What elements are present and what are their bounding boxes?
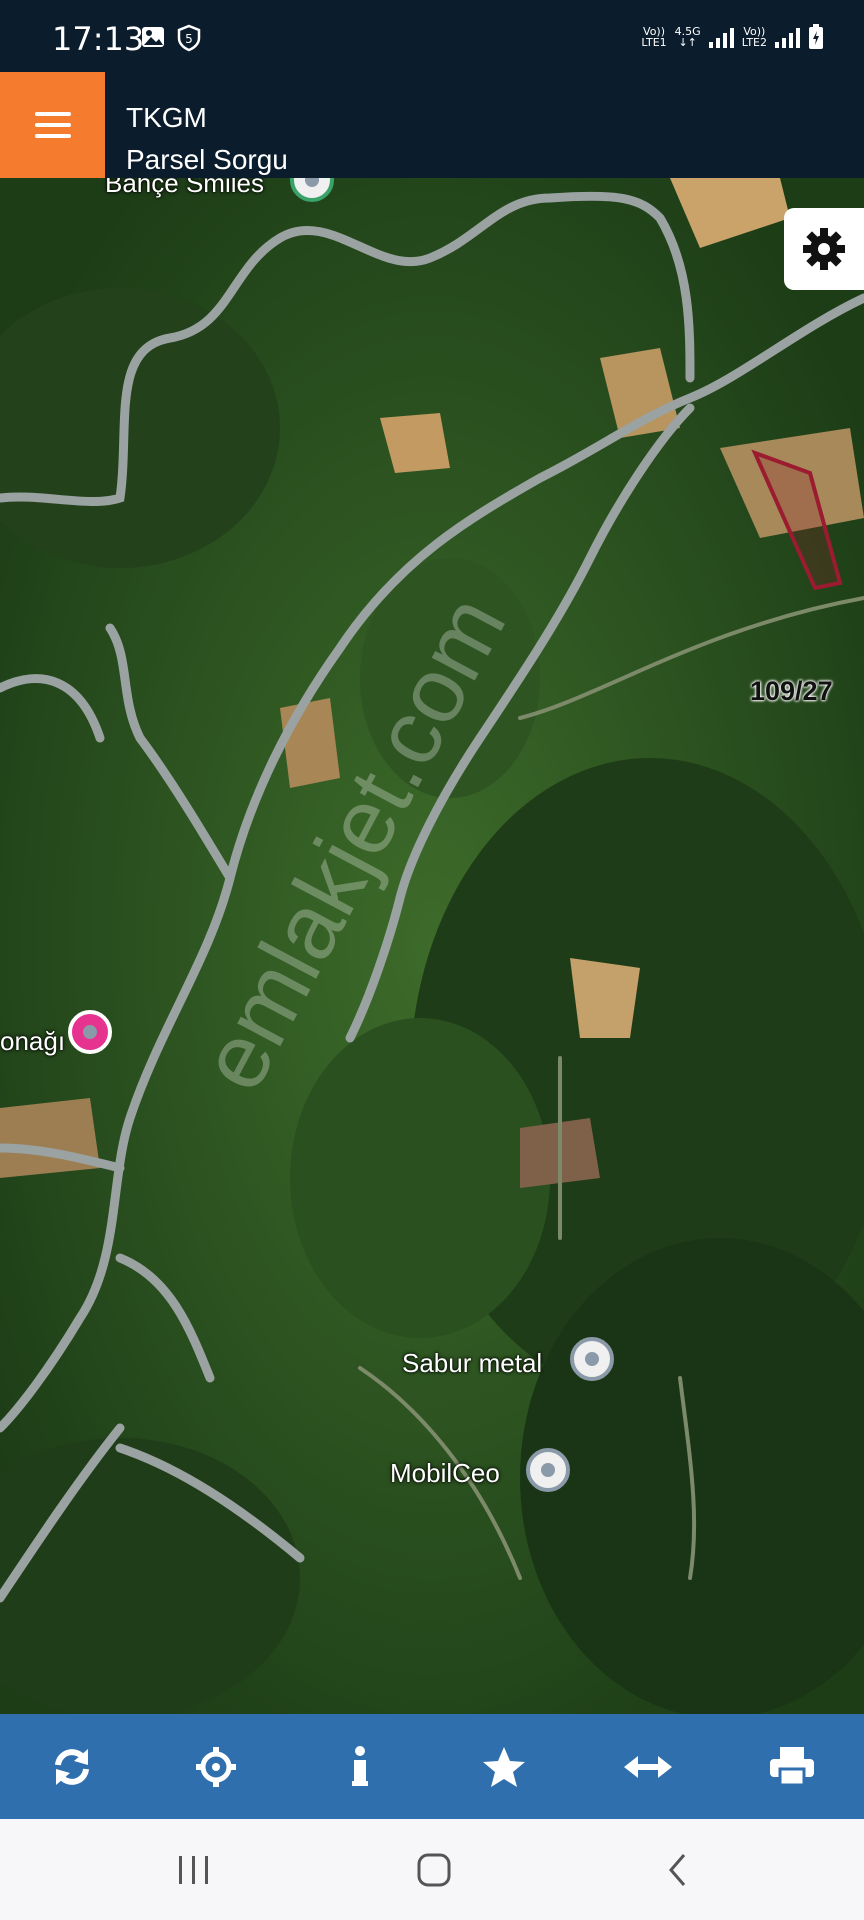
poi-hotel-pin-icon[interactable] — [68, 1010, 112, 1054]
measure-icon — [624, 1755, 672, 1778]
system-nav-bar — [0, 1819, 864, 1920]
gear-icon — [803, 228, 845, 270]
home-button[interactable] — [404, 1847, 464, 1893]
app-title: TKGM — [126, 102, 207, 133]
sim2-network: Vo)) LTE2 — [742, 26, 767, 48]
app-subtitle: Parsel Sorgu — [126, 144, 288, 175]
recent-apps-button[interactable] — [164, 1847, 224, 1893]
refresh-button[interactable] — [32, 1727, 112, 1807]
svg-text:5: 5 — [185, 32, 193, 46]
print-button[interactable] — [752, 1727, 832, 1807]
data-arrows-icon: ↓↑ — [678, 36, 697, 49]
sim1-network: Vo)) LTE1 — [641, 26, 666, 48]
back-button[interactable] — [648, 1847, 708, 1893]
poi-sabur-metal[interactable]: Sabur metal — [402, 1348, 542, 1379]
settings-button[interactable] — [784, 208, 864, 290]
status-bar: 17:13 5 Vo)) LTE1 4.5G ↓↑ Vo)) LTE2 — [0, 0, 864, 72]
home-icon — [417, 1853, 451, 1887]
menu-button[interactable] — [0, 72, 105, 178]
clock: 17:13 — [52, 20, 145, 58]
favorite-button[interactable] — [464, 1727, 544, 1807]
info-icon — [352, 1745, 368, 1786]
hamburger-icon — [34, 112, 71, 138]
signal-area: Vo)) LTE1 4.5G ↓↑ Vo)) LTE2 — [641, 24, 824, 50]
parcel-label[interactable]: 109/27 — [750, 676, 833, 707]
measure-button[interactable] — [608, 1727, 688, 1807]
poi-mobilceo-pin-icon[interactable] — [526, 1448, 570, 1492]
info-button[interactable] — [320, 1727, 400, 1807]
recent-apps-icon — [179, 1856, 208, 1884]
locate-icon — [196, 1746, 236, 1787]
bottom-toolbar — [0, 1714, 864, 1819]
favorite-icon — [483, 1746, 525, 1787]
sim2-type: LTE2 — [741, 36, 767, 49]
poi-bahce-smiles[interactable]: Bahçe Smiles — [105, 178, 264, 199]
satellite-map[interactable]: Bahçe Smiles 109/27 onağı Sabur metal Mo… — [0, 178, 864, 1714]
gallery-icon — [142, 27, 164, 47]
sim1-speed: 4.5G ↓↑ — [675, 26, 701, 48]
app-bar: TKGM Parsel Sorgu — [0, 72, 864, 178]
back-icon — [669, 1854, 686, 1886]
notification-icons: 5 — [140, 24, 202, 52]
battery-icon — [809, 24, 823, 49]
sim1-type: LTE1 — [641, 36, 667, 49]
poi-sabur-pin-icon[interactable] — [570, 1337, 614, 1381]
locate-button[interactable] — [176, 1727, 256, 1807]
signal-sim1-icon — [708, 26, 734, 48]
poi-konagi[interactable]: onağı — [0, 1026, 65, 1057]
print-icon — [770, 1746, 814, 1786]
shield-5-icon: 5 — [177, 24, 201, 52]
poi-mobilceo[interactable]: MobilCeo — [390, 1458, 500, 1489]
refresh-icon — [55, 1748, 89, 1785]
signal-sim2-icon — [775, 26, 800, 48]
